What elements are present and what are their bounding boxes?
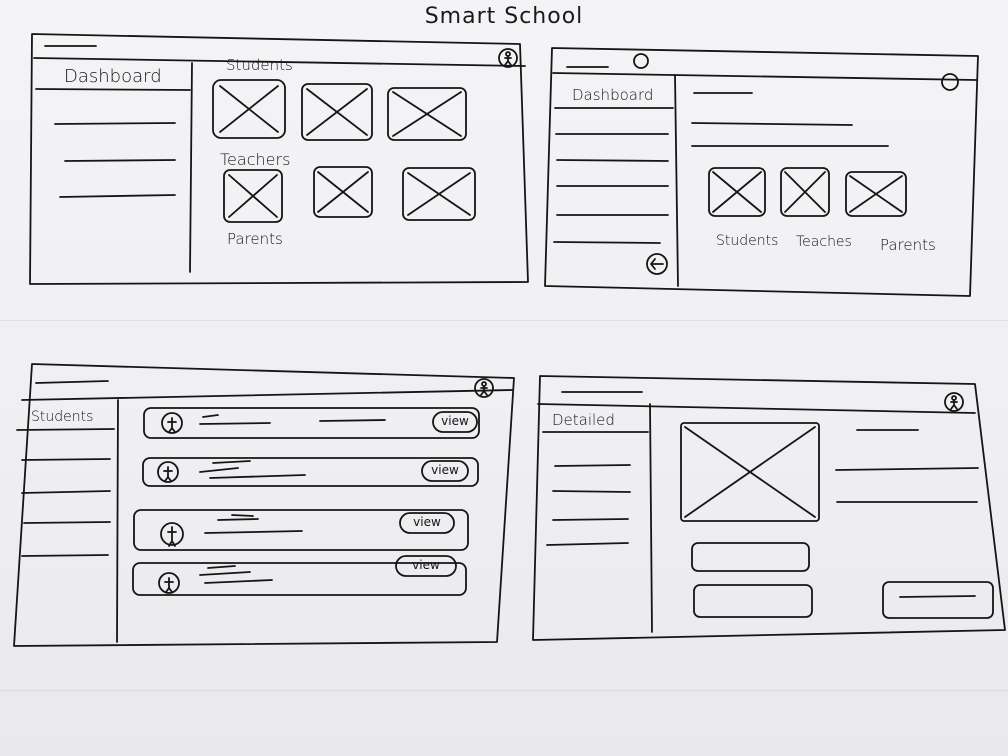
teachers-card[interactable]: [780, 167, 830, 217]
window-circle-icon: [941, 73, 959, 91]
student-row-1[interactable]: [143, 407, 480, 439]
section-parents-label: Parents: [227, 230, 283, 248]
card-label-students: Students: [716, 233, 779, 249]
sidebar-heading-dashboard: Dashboard: [572, 86, 654, 104]
sidebar-heading-detailed: Detailed: [552, 411, 615, 429]
view-button-label[interactable]: view: [422, 463, 468, 477]
image-placeholder-icon: [680, 422, 820, 522]
teacher-card-1[interactable]: [223, 169, 283, 223]
card-label-parents: Parents: [880, 236, 936, 254]
view-button-label[interactable]: view: [404, 515, 450, 529]
sidebar-heading-dashboard: Dashboard: [64, 66, 162, 87]
detail-field-1[interactable]: [691, 542, 810, 572]
back-arrow-icon[interactable]: [646, 253, 668, 275]
user-icon[interactable]: [944, 392, 964, 412]
window-circle-icon: [633, 53, 649, 69]
view-button-label[interactable]: view: [432, 414, 478, 428]
user-icon[interactable]: [498, 48, 518, 68]
students-card[interactable]: [708, 167, 766, 217]
student-card-2[interactable]: [301, 83, 373, 141]
section-teachers-label: Teachers: [220, 150, 291, 169]
teacher-card-3[interactable]: [402, 167, 476, 221]
view-button-label[interactable]: view: [403, 558, 449, 572]
parents-card[interactable]: [845, 171, 907, 217]
card-label-teachers: Teaches: [796, 234, 852, 250]
detail-field-2[interactable]: [693, 584, 813, 618]
wireframe-sketch: [13, 33, 1006, 647]
student-card-1[interactable]: [212, 79, 286, 139]
panel-students-list: [13, 363, 515, 647]
submit-button[interactable]: [882, 581, 994, 619]
student-card-3[interactable]: [387, 87, 467, 141]
user-icon[interactable]: [474, 378, 494, 398]
teacher-card-2[interactable]: [313, 166, 373, 218]
section-students-label: Students: [226, 56, 293, 74]
sidebar-heading-students: Students: [31, 409, 94, 425]
